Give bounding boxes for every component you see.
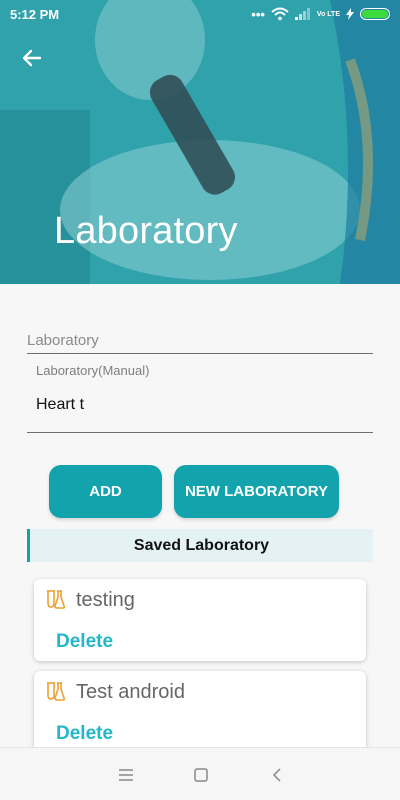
arrow-left-icon[interactable]: [20, 46, 44, 70]
manual-field-underline: [27, 432, 373, 433]
new-laboratory-button[interactable]: NEW LABORATORY: [174, 465, 339, 518]
wifi-icon: [271, 7, 289, 21]
list-item[interactable]: testing Delete: [34, 579, 366, 661]
saved-laboratory-title: Saved Laboratory: [133, 536, 270, 554]
home-icon[interactable]: [192, 766, 210, 784]
delete-button[interactable]: Delete: [56, 631, 113, 653]
laboratory-dropdown-label[interactable]: Laboratory: [27, 332, 99, 349]
laboratory-dropdown-underline: [27, 353, 373, 354]
flask-icon: [47, 590, 65, 609]
list-item[interactable]: Test android Delete: [34, 671, 366, 753]
signal-icon: [294, 8, 310, 20]
list-item-name: testing: [76, 589, 135, 611]
charging-icon: [346, 8, 354, 20]
dots-icon: •••: [251, 6, 265, 22]
list-item-name: Test android: [76, 681, 185, 703]
header-banner: 5:12 PM ••• Vo LTE Laboratory: [0, 0, 400, 284]
menu-icon[interactable]: [117, 766, 135, 784]
manual-field-label: Laboratory(Manual): [36, 363, 150, 378]
lte-icon: Vo LTE: [316, 10, 340, 18]
status-bar: 5:12 PM ••• Vo LTE: [0, 0, 400, 28]
delete-button[interactable]: Delete: [56, 723, 113, 745]
add-button[interactable]: ADD: [49, 465, 162, 518]
system-navigation-bar: [0, 747, 400, 800]
back-icon[interactable]: [268, 766, 286, 784]
battery-icon: [360, 8, 390, 20]
status-time: 5:12 PM: [10, 6, 60, 22]
page-title: Laboratory: [54, 210, 238, 252]
flask-icon: [47, 682, 65, 701]
manual-laboratory-input[interactable]: [36, 396, 366, 414]
saved-laboratory-header: Saved Laboratory: [27, 529, 373, 562]
